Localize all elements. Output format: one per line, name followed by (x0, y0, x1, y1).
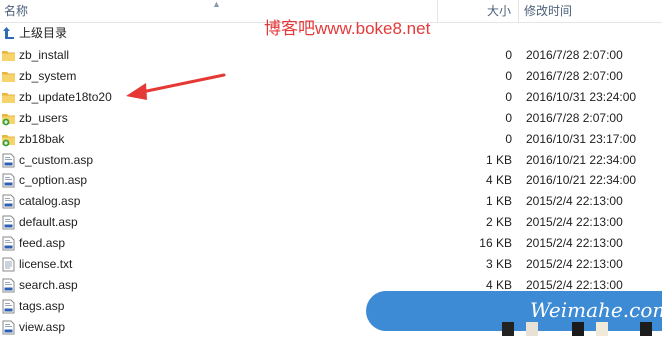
artifact-block (502, 322, 514, 336)
artifact-block (640, 322, 652, 336)
sort-ascending-icon: ▲ (212, 0, 221, 9)
file-name: license.txt (19, 257, 73, 271)
file-name: view.asp (19, 319, 66, 334)
column-divider[interactable] (518, 0, 519, 22)
file-modified: 2015/2/4 22:13:00 (526, 257, 623, 271)
file-row[interactable]: zb_users 0 2016/7/28 2:07:00 (0, 108, 662, 129)
asp-file-icon (2, 153, 15, 167)
file-row[interactable]: zb18bak 0 2016/10/31 23:17:00 (0, 129, 662, 150)
watermark-text: 博客吧www.boke8.net (264, 19, 431, 38)
file-size: 0 (505, 68, 512, 83)
file-size: 1 KB (485, 194, 512, 209)
file-name: zb_update18to20 (19, 89, 112, 104)
file-name: zb18bak (19, 131, 65, 146)
file-modified: 2016/10/31 23:24:00 (526, 89, 637, 104)
file-size: 3 KB (485, 257, 512, 271)
folder-icon (2, 51, 15, 61)
file-name: zb_system (19, 68, 77, 83)
file-modified: 2016/7/28 2:07:00 (526, 110, 623, 125)
file-row[interactable]: zb_install 0 2016/7/28 2:07:00 (0, 45, 662, 66)
file-row[interactable]: c_option.asp 4 KB 2016/10/21 22:34:00 (0, 170, 662, 191)
file-name: c_custom.asp (19, 152, 94, 167)
column-header-modified[interactable]: 修改时间 (524, 0, 572, 22)
file-row[interactable]: zb_update18to20 0 2016/10/31 23:24:00 (0, 87, 662, 108)
text-file-icon (2, 257, 15, 272)
parent-directory-label: 上级目录 (19, 26, 68, 40)
file-name: zb_users (19, 110, 68, 125)
file-size: 4 KB (485, 173, 512, 188)
asp-file-icon (2, 278, 15, 293)
file-modified: 2015/2/4 22:13:00 (526, 236, 623, 251)
red-arrow-annotation (126, 73, 226, 100)
file-row[interactable]: zb_system 0 2016/7/28 2:07:00 (0, 66, 662, 87)
file-row[interactable]: c_custom.asp 1 KB 2016/10/21 22:34:00 (0, 150, 662, 171)
asp-file-icon (2, 173, 15, 188)
file-row[interactable]: feed.asp 16 KB 2015/2/4 22:13:00 (0, 233, 662, 254)
file-name: tags.asp (19, 298, 65, 313)
file-size: 0 (505, 110, 512, 125)
column-header-name[interactable]: 名称 (4, 0, 28, 22)
file-name: default.asp (19, 215, 78, 230)
file-row[interactable]: default.asp 2 KB 2015/2/4 22:13:00 (0, 212, 662, 233)
asp-file-icon (2, 236, 15, 251)
up-arrow-icon (3, 27, 14, 39)
asp-file-icon (2, 215, 15, 230)
file-name: catalog.asp (19, 194, 81, 209)
file-size: 0 (505, 48, 512, 62)
artifact-block (526, 322, 538, 336)
file-modified: 2015/2/4 22:13:00 (526, 215, 623, 230)
file-size: 2 KB (485, 215, 512, 230)
asp-file-icon (2, 194, 15, 209)
file-size: 16 KB (479, 236, 512, 251)
column-header-size[interactable]: 大小 (487, 0, 511, 22)
file-name: c_option.asp (19, 173, 88, 188)
file-name: zb_install (19, 48, 70, 62)
file-row[interactable]: license.txt 3 KB 2015/2/4 22:13:00 (0, 254, 662, 275)
file-size: 0 (505, 89, 512, 104)
asp-file-icon (2, 299, 15, 314)
folder-icon (2, 71, 15, 82)
file-size: 0 (505, 131, 512, 146)
artifact-block (596, 322, 608, 336)
file-name: feed.asp (19, 236, 66, 251)
file-modified: 2016/10/31 23:17:00 (526, 131, 637, 146)
file-modified: 2016/10/21 22:34:00 (526, 152, 637, 167)
column-divider[interactable] (437, 0, 438, 22)
shared-folder-icon (2, 113, 15, 126)
artifact-block (572, 322, 584, 336)
file-modified: 2015/2/4 22:13:00 (526, 194, 623, 209)
file-modified: 2016/10/21 22:34:00 (526, 173, 637, 188)
file-modified: 2016/7/28 2:07:00 (526, 48, 623, 62)
folder-icon (2, 92, 15, 103)
shared-folder-icon (2, 134, 15, 146)
brand-badge-text: Weimahe.com (530, 298, 662, 322)
file-modified: 2016/7/28 2:07:00 (526, 68, 623, 83)
asp-file-icon (2, 320, 15, 335)
file-row[interactable]: catalog.asp 1 KB 2015/2/4 22:13:00 (0, 191, 662, 212)
file-size: 1 KB (485, 152, 512, 167)
file-name: search.asp (19, 277, 78, 292)
